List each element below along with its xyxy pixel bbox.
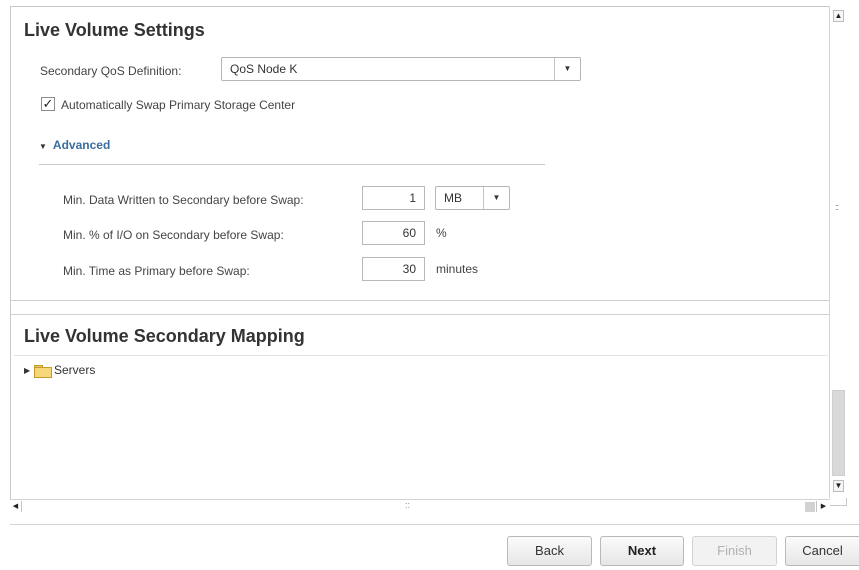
min-data-unit-select[interactable]: MB ▼ xyxy=(435,186,510,210)
horizontal-scrollbar[interactable]: ◀ :: ▶ xyxy=(10,499,830,513)
back-button[interactable]: Back xyxy=(507,536,592,566)
advanced-toggle[interactable]: ▼ Advanced xyxy=(39,138,110,152)
next-button[interactable]: Next xyxy=(600,536,684,566)
scroll-left-icon[interactable]: ◀ xyxy=(10,501,22,512)
caret-right-icon[interactable]: ▶ xyxy=(24,366,34,375)
wizard-content-panel xyxy=(10,6,847,506)
chevron-down-icon[interactable]: ▼ xyxy=(483,187,509,209)
secondary-qos-label: Secondary QoS Definition: xyxy=(40,64,182,78)
scroll-right-icon[interactable]: ▶ xyxy=(816,501,830,512)
tree-header-divider xyxy=(14,355,828,356)
footer-divider xyxy=(10,524,859,525)
scroll-down-icon[interactable]: ▼ xyxy=(833,480,844,492)
min-time-unit: minutes xyxy=(436,262,479,276)
min-data-input[interactable]: 1 xyxy=(362,186,425,210)
live-volume-settings-title: Live Volume Settings xyxy=(24,20,205,40)
min-data-unit-value: MB xyxy=(444,191,462,205)
scrollbar-thumb[interactable] xyxy=(805,502,815,512)
caret-down-icon: ▼ xyxy=(39,142,47,151)
advanced-divider xyxy=(39,164,545,165)
tree-item-label: Servers xyxy=(54,363,96,377)
tree-item-servers[interactable]: ▶ Servers xyxy=(24,363,96,378)
folder-icon xyxy=(34,364,52,378)
scrollbar-thumb[interactable] xyxy=(832,390,845,476)
vertical-scrollbar[interactable]: ▲ :: ▼ xyxy=(829,6,847,498)
secondary-mapping-title: Live Volume Secondary Mapping xyxy=(24,326,305,346)
scroll-up-icon[interactable]: ▲ xyxy=(833,10,844,22)
advanced-label: Advanced xyxy=(52,138,111,152)
auto-swap-checkbox[interactable]: ✓ xyxy=(41,97,55,111)
section-divider xyxy=(10,314,830,315)
min-time-input[interactable]: 30 xyxy=(362,257,425,281)
min-io-input[interactable]: 60 xyxy=(362,221,425,245)
check-icon: ✓ xyxy=(42,96,54,111)
chevron-down-icon[interactable]: ▼ xyxy=(554,58,580,80)
secondary-qos-select[interactable]: QoS Node K ▼ xyxy=(221,57,581,81)
min-io-unit: % xyxy=(436,226,447,240)
finish-button[interactable]: Finish xyxy=(692,536,777,566)
splitter-grip-icon[interactable]: :: xyxy=(835,202,839,212)
section-divider xyxy=(10,300,830,301)
cancel-button[interactable]: Cancel xyxy=(785,536,859,566)
secondary-qos-value: QoS Node K xyxy=(230,62,298,76)
min-time-label: Min. Time as Primary before Swap: xyxy=(63,264,250,278)
auto-swap-label: Automatically Swap Primary Storage Cente… xyxy=(61,98,296,112)
splitter-grip-icon[interactable]: :: xyxy=(405,500,410,510)
min-data-label: Min. Data Written to Secondary before Sw… xyxy=(63,193,304,207)
min-io-label: Min. % of I/O on Secondary before Swap: xyxy=(63,228,284,242)
